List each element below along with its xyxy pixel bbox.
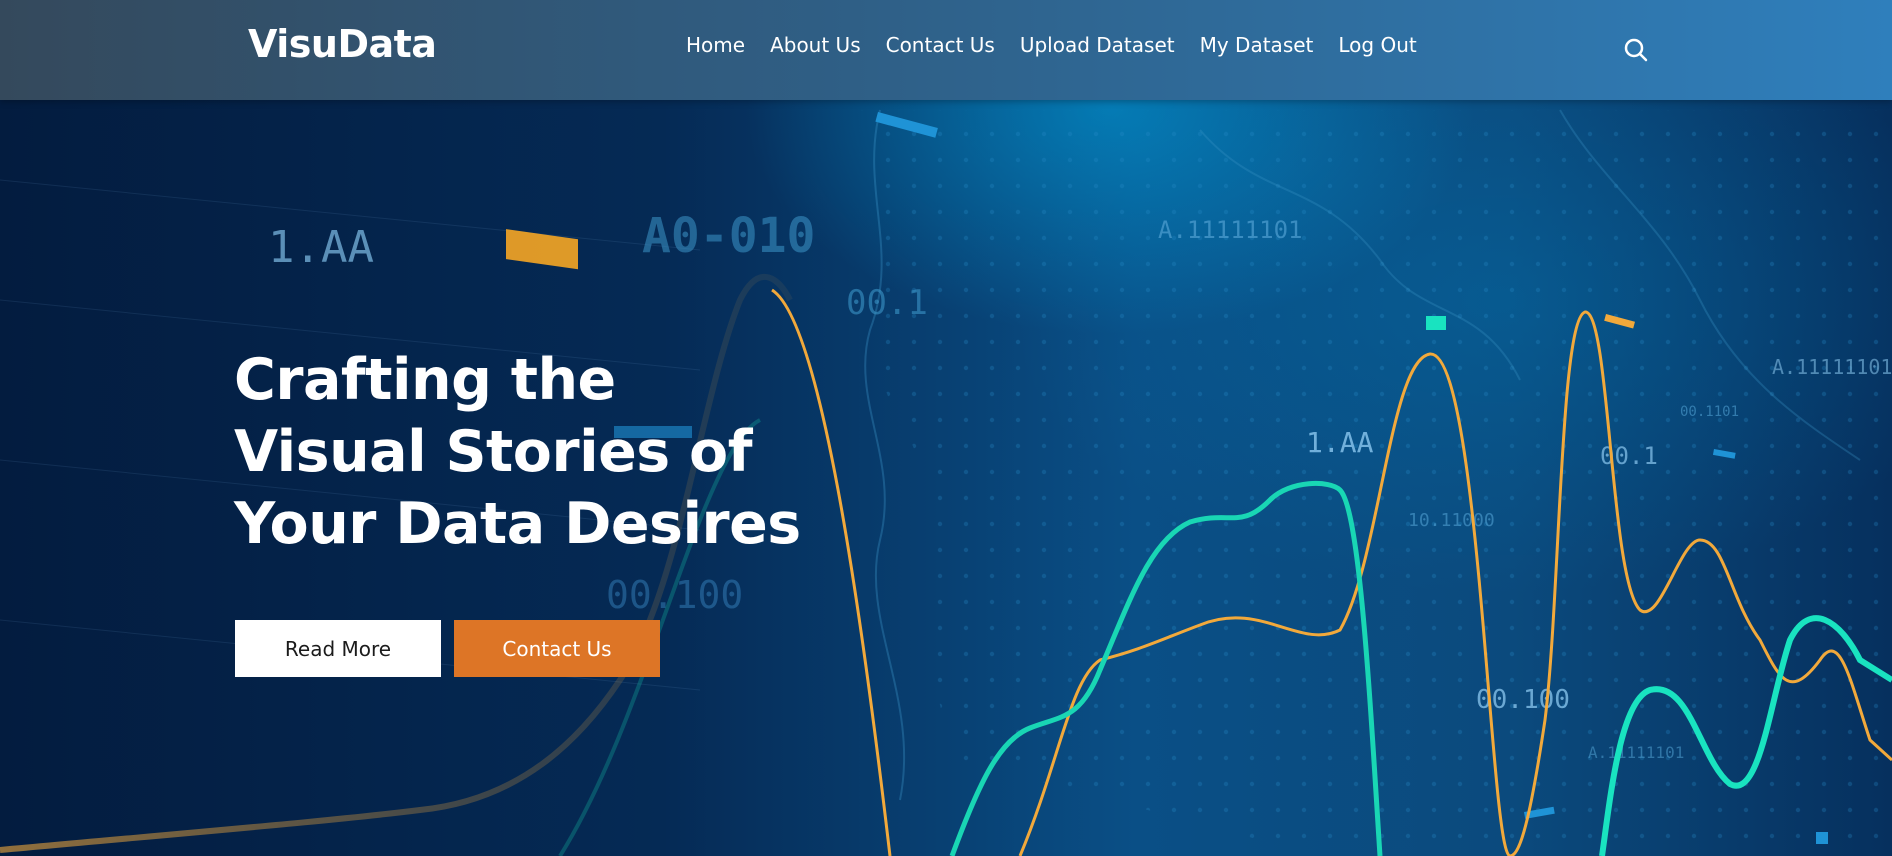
bg-label: 00.100 (606, 573, 743, 617)
hero-section: 1.AA A0-010 00.1 A.11111101 1.AA 00.1 00… (0, 0, 1892, 856)
hero-title-line: Crafting the (234, 347, 616, 413)
map-region (860, 110, 1892, 856)
bg-label: 00.1101 (1680, 404, 1739, 420)
nav-link-my-dataset[interactable]: My Dataset (1200, 33, 1314, 57)
nav-link-home[interactable]: Home (686, 33, 745, 57)
nav-link-upload-dataset[interactable]: Upload Dataset (1020, 33, 1175, 57)
search-icon[interactable] (1622, 36, 1650, 64)
contact-us-button[interactable]: Contact Us (454, 620, 660, 677)
bg-label: A0-010 (642, 208, 815, 264)
bg-label: 10.11000 (1408, 510, 1495, 531)
deco-tag-orange (506, 229, 578, 270)
deco-tag-teal (1426, 316, 1446, 330)
bg-label: 00.1 (1600, 442, 1658, 470)
top-navbar: VisuData Home About Us Contact Us Upload… (0, 0, 1892, 100)
hero-title: Crafting the Visual Stories of Your Data… (234, 344, 854, 560)
bg-label: A.11111101 (1772, 355, 1892, 379)
bg-label: 1.AA (268, 222, 374, 273)
bg-label: A.11111101 (1588, 743, 1684, 762)
bg-label: A.11111101 (1158, 216, 1303, 244)
bg-label: 1.AA (1306, 426, 1374, 459)
nav-link-log-out[interactable]: Log Out (1338, 33, 1416, 57)
hero-title-line: Your Data Desires (234, 491, 801, 557)
bg-label: 00.1 (846, 283, 928, 323)
nav-link-contact-us[interactable]: Contact Us (886, 33, 995, 57)
nav-link-about-us[interactable]: About Us (770, 33, 861, 57)
hero-title-line: Visual Stories of (234, 419, 753, 485)
brand-logo[interactable]: VisuData (248, 22, 437, 66)
read-more-button[interactable]: Read More (235, 620, 441, 677)
main-nav: Home About Us Contact Us Upload Dataset … (686, 33, 1417, 57)
